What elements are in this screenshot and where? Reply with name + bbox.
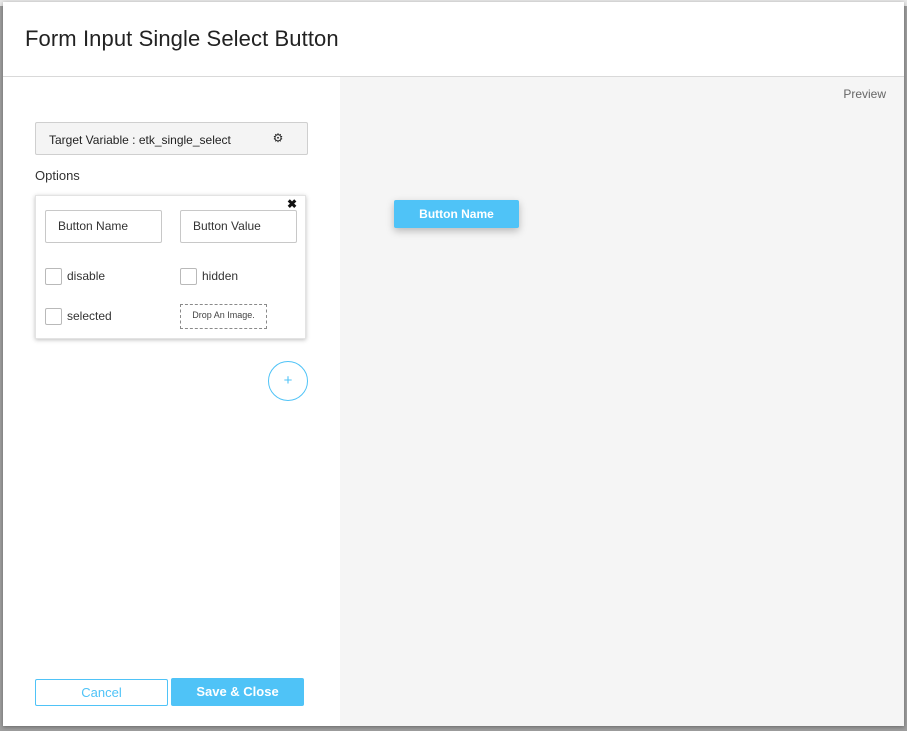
button-name-input[interactable]: Button Name: [45, 210, 162, 243]
close-icon[interactable]: ✖: [286, 198, 298, 210]
target-variable-label: Target Variable : etk_single_select: [49, 133, 231, 147]
button-value-input[interactable]: Button Value: [180, 210, 297, 243]
preview-panel: Preview Button Name: [340, 77, 904, 726]
gear-icon[interactable]: ⚙: [271, 131, 285, 145]
config-panel: Target Variable : etk_single_select ⚙ Op…: [3, 77, 340, 726]
disable-checkbox[interactable]: [45, 268, 62, 285]
hidden-label: hidden: [202, 269, 239, 283]
save-close-button[interactable]: Save & Close: [171, 678, 304, 706]
modal-title: Form Input Single Select Button: [25, 26, 339, 51]
selected-label: selected: [67, 309, 112, 323]
preview-button[interactable]: Button Name: [394, 200, 519, 228]
single-select-modal: Form Input Single Select Button Target V…: [3, 2, 904, 726]
option-card: ✖ Button Name Button Value disable hidde…: [35, 195, 306, 339]
target-variable-field[interactable]: Target Variable : etk_single_select ⚙: [35, 122, 308, 155]
preview-label: Preview: [843, 87, 886, 101]
cancel-button[interactable]: Cancel: [35, 679, 168, 706]
modal-header: Form Input Single Select Button: [3, 2, 904, 77]
selected-checkbox[interactable]: [45, 308, 62, 325]
image-drop-zone[interactable]: Drop An Image.: [180, 304, 267, 329]
hidden-checkbox[interactable]: [180, 268, 197, 285]
disable-label: disable: [67, 269, 106, 283]
add-option-button[interactable]: +: [268, 361, 308, 401]
options-heading: Options: [35, 168, 80, 183]
